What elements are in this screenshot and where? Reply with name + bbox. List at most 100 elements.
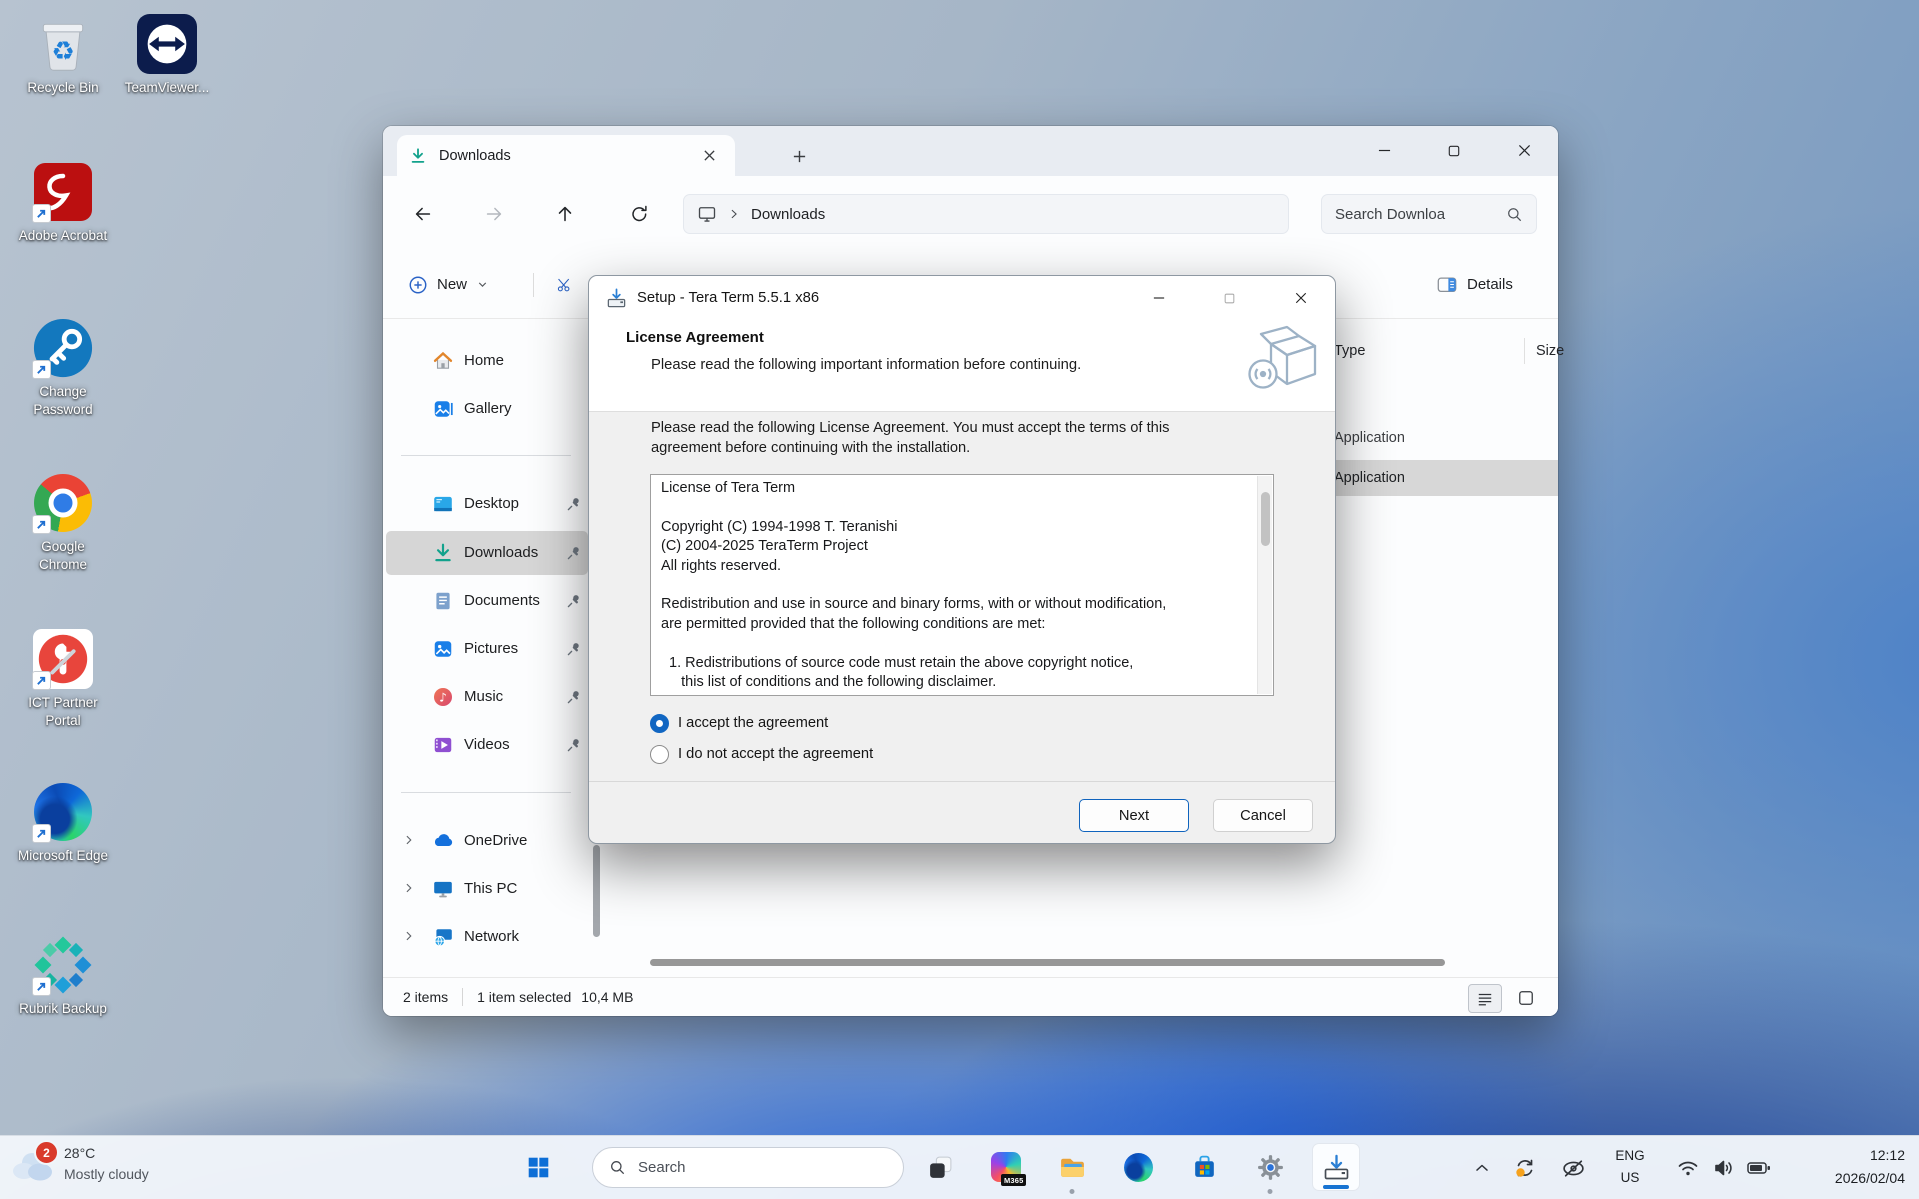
sidebar-item-documents[interactable]: Documents — [386, 579, 588, 623]
refresh-icon[interactable] — [625, 200, 653, 228]
license-scrollbar[interactable] — [1257, 476, 1272, 694]
start-button[interactable] — [518, 1147, 558, 1187]
downloads-tab-icon — [409, 147, 427, 165]
details-view-button[interactable] — [1468, 984, 1502, 1013]
cut-button[interactable] — [545, 266, 583, 303]
tray-overflow-chevron-icon[interactable] — [1465, 1151, 1499, 1185]
file-explorer-button[interactable] — [1052, 1147, 1092, 1187]
desktop-icon-label: ICT Partner Portal — [17, 694, 109, 729]
sidebar-item-home[interactable]: Home — [386, 339, 588, 383]
radio-decline-agreement[interactable]: I do not accept the agreement — [650, 744, 873, 764]
weather-widget[interactable]: 2 28°C Mostly cloudy — [10, 1143, 149, 1185]
sidebar-item-onedrive[interactable]: OneDrive — [386, 819, 588, 863]
window-close-button[interactable] — [1501, 126, 1547, 175]
dialog-close-button[interactable] — [1278, 276, 1324, 320]
dialog-instruction-line1: Please read the following License Agreem… — [651, 418, 1169, 438]
license-text: License of Tera Term Copyright (C) 1994-… — [661, 480, 1247, 693]
copilot-icon: M365 — [991, 1152, 1021, 1182]
file-row-type[interactable]: Application — [1334, 420, 1405, 456]
sidebar-item-downloads[interactable]: Downloads — [386, 531, 588, 575]
volume-icon[interactable] — [1707, 1151, 1741, 1185]
teamviewer-icon — [135, 12, 199, 76]
desktop-icon-label: Adobe Acrobat — [17, 227, 109, 245]
installer-app-button[interactable] — [1312, 1143, 1360, 1191]
sidebar-item-this-pc[interactable]: This PC — [386, 867, 588, 911]
new-button[interactable]: New — [397, 266, 500, 303]
sidebar-item-videos[interactable]: Videos — [386, 723, 588, 767]
column-header-type[interactable]: Type — [1334, 338, 1365, 364]
sidebar-item-network[interactable]: Network — [386, 915, 588, 959]
details-pane-button[interactable]: Details — [1425, 266, 1524, 303]
back-icon[interactable] — [409, 200, 437, 228]
address-bar[interactable]: Downloads — [683, 194, 1289, 234]
wifi-icon[interactable] — [1671, 1151, 1705, 1185]
folder-icon — [1058, 1153, 1087, 1182]
videos-icon — [432, 734, 454, 756]
sidebar-item-desktop[interactable]: Desktop — [386, 482, 588, 526]
battery-icon[interactable] — [1742, 1151, 1776, 1185]
column-header-size[interactable]: Size — [1536, 338, 1566, 364]
svg-text:♪: ♪ — [439, 690, 447, 704]
sidebar-item-pictures[interactable]: Pictures — [386, 627, 588, 671]
next-button[interactable]: Next — [1079, 799, 1189, 832]
search-input[interactable]: Search Downloa — [1321, 194, 1537, 234]
copilot-m365-button[interactable]: M365 — [986, 1147, 1026, 1187]
task-view-button[interactable] — [920, 1147, 960, 1187]
edge-button[interactable] — [1118, 1147, 1158, 1187]
desktop-icon-ict-partner-portal[interactable]: ICT Partner Portal — [8, 627, 118, 729]
desktop-icon-teamviewer[interactable]: TeamViewer... — [112, 12, 222, 97]
dialog-minimize-button[interactable] — [1136, 276, 1182, 320]
desktop-icon-rubrik-backup[interactable]: Rubrik Backup — [8, 933, 118, 1018]
chevron-down-icon — [476, 278, 489, 291]
store-button[interactable] — [1184, 1147, 1224, 1187]
thumbnail-view-button[interactable] — [1510, 984, 1542, 1011]
scissors-icon — [556, 274, 572, 295]
chevron-right-icon[interactable] — [402, 881, 416, 895]
downloads-icon — [432, 542, 454, 564]
desktop-icon-label: Change Password — [17, 383, 109, 418]
radio-accept-agreement[interactable]: I accept the agreement — [650, 713, 828, 733]
sidebar-scrollbar[interactable] — [593, 845, 600, 937]
desktop-icon-microsoft-edge[interactable]: Microsoft Edge — [8, 780, 118, 865]
search-icon — [609, 1159, 626, 1176]
privacy-eye-off-icon[interactable] — [1556, 1151, 1590, 1185]
chevron-right-icon[interactable] — [402, 929, 416, 943]
horizontal-scrollbar[interactable] — [650, 959, 1445, 966]
dialog-maximize-button[interactable] — [1206, 276, 1252, 320]
m365-badge: M365 — [1001, 1174, 1026, 1186]
license-scrollbar-thumb[interactable] — [1261, 492, 1270, 546]
change-password-icon — [31, 316, 95, 380]
desktop-icon-label: Google Chrome — [17, 538, 109, 573]
cancel-button[interactable]: Cancel — [1213, 799, 1313, 832]
tab-strip: Downloads — [383, 126, 1558, 176]
documents-icon — [432, 590, 454, 612]
window-minimize-button[interactable] — [1361, 126, 1407, 175]
sidebar-item-gallery[interactable]: Gallery — [386, 387, 588, 431]
shortcut-arrow-icon — [32, 204, 51, 223]
running-indicator — [1268, 1189, 1273, 1194]
license-textbox[interactable]: License of Tera Term Copyright (C) 1994-… — [650, 474, 1274, 696]
language-indicator[interactable]: ENG US — [1604, 1145, 1656, 1189]
forward-icon[interactable] — [480, 200, 508, 228]
language-line1: ENG — [1604, 1145, 1656, 1167]
desktop-icon-change-password[interactable]: Change Password — [8, 316, 118, 418]
desktop-icon-recycle-bin[interactable]: ♻ Recycle Bin — [8, 12, 118, 97]
weather-cloud-icon: 2 — [10, 1143, 56, 1185]
taskbar-search-input[interactable]: Search — [592, 1147, 904, 1188]
column-divider[interactable] — [1524, 338, 1525, 364]
sidebar-item-music[interactable]: ♪ Music — [386, 675, 588, 719]
installer-icon — [605, 287, 628, 310]
desktop-icon-adobe-acrobat[interactable]: Adobe Acrobat — [8, 160, 118, 245]
clock-time: 12:12 — [1835, 1144, 1905, 1167]
new-tab-button[interactable] — [785, 142, 813, 170]
tab-downloads[interactable]: Downloads — [397, 135, 735, 176]
sync-status-icon[interactable] — [1508, 1151, 1542, 1185]
settings-button[interactable] — [1250, 1147, 1290, 1187]
window-maximize-button[interactable] — [1431, 126, 1477, 175]
up-icon[interactable] — [551, 200, 579, 228]
tab-close-icon[interactable] — [695, 142, 723, 170]
desktop-icon-google-chrome[interactable]: Google Chrome — [8, 471, 118, 573]
chevron-right-icon[interactable] — [402, 833, 416, 847]
desktop-icon-label: Recycle Bin — [9, 79, 117, 97]
clock[interactable]: 12:12 2026/02/04 — [1835, 1144, 1905, 1190]
